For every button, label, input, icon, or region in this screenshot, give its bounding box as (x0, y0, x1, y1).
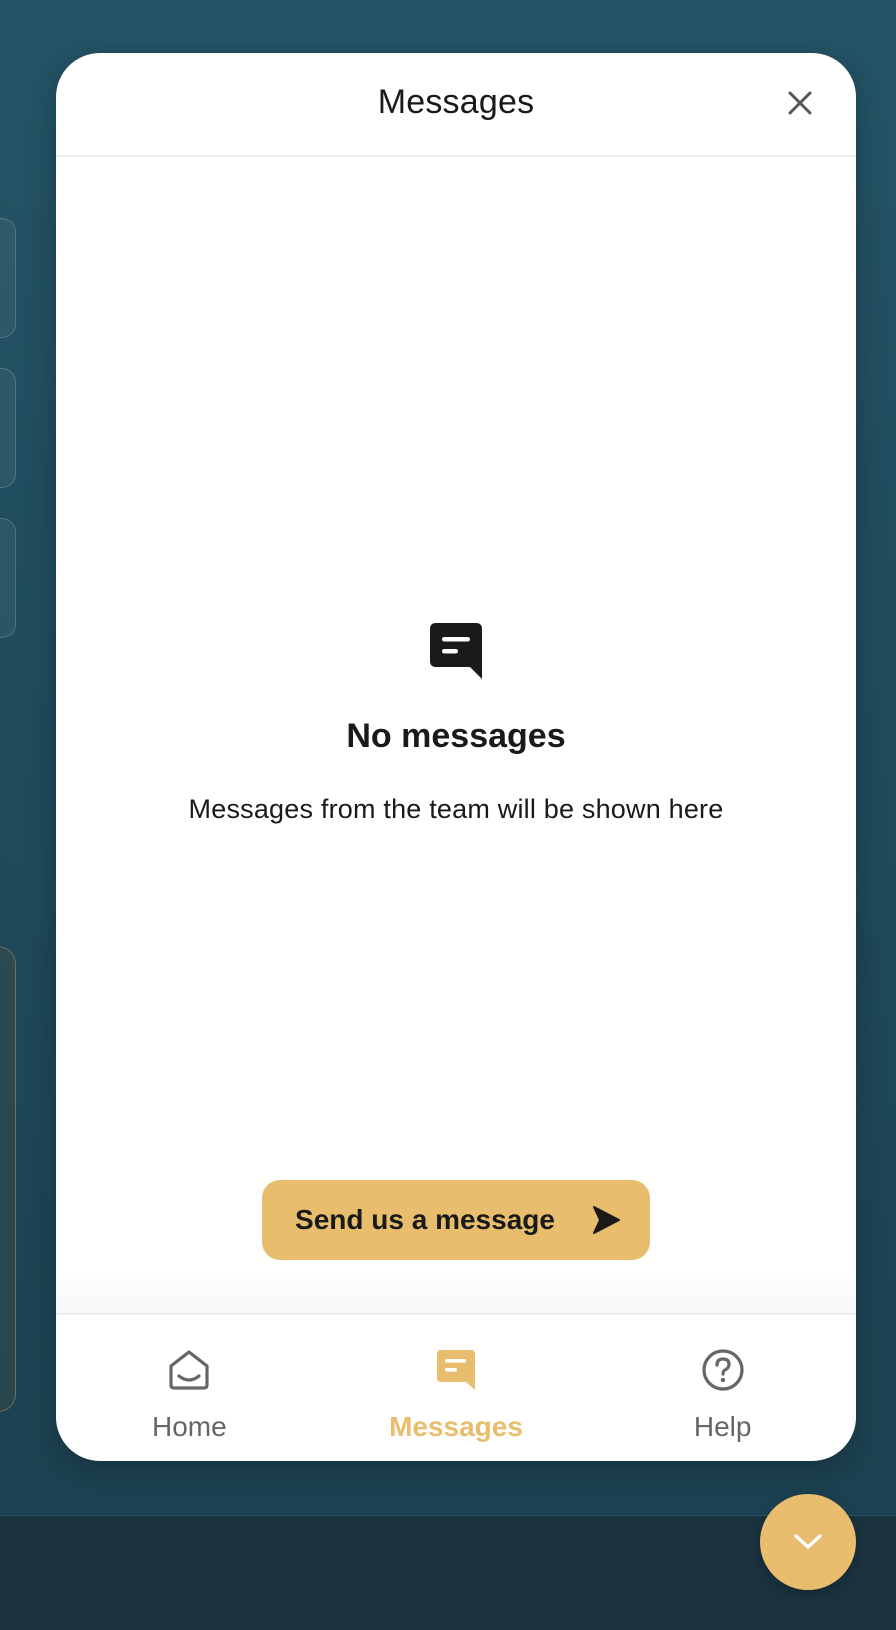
nav-messages-label: Messages (389, 1411, 523, 1442)
nav-home[interactable]: Home (56, 1315, 323, 1461)
messenger-widget: Messages No messages Messages from the t… (56, 53, 856, 1461)
nav-home-label: Home (151, 1411, 227, 1442)
empty-state: No messages Messages from the team will … (56, 621, 856, 825)
nav-messages[interactable]: Messages (323, 1315, 590, 1461)
empty-state-title: No messages (346, 717, 566, 755)
help-icon (700, 1347, 746, 1393)
background-panel (0, 946, 16, 1412)
close-button[interactable] (782, 85, 818, 121)
bottom-navigation: Home Messages Help (56, 1313, 856, 1461)
content-fade (56, 1271, 856, 1313)
chevron-down-icon (794, 1534, 822, 1549)
launcher-toggle-button[interactable] (760, 1494, 856, 1590)
header-title: Messages (377, 83, 535, 121)
send-arrow-icon (591, 1205, 621, 1235)
background-card (0, 518, 16, 638)
home-icon (166, 1347, 212, 1393)
empty-state-description: Messages from the team will be shown her… (188, 794, 724, 824)
messages-icon (433, 1347, 479, 1393)
send-message-button[interactable]: Send us a message (262, 1180, 650, 1260)
widget-header: Messages (56, 53, 856, 157)
background-card (0, 368, 16, 488)
nav-help-label: Help (693, 1411, 752, 1442)
nav-help[interactable]: Help (589, 1315, 856, 1461)
send-message-label: Send us a message (295, 1204, 555, 1235)
close-icon (788, 91, 812, 115)
chat-bubble-icon (430, 623, 482, 679)
background-card (0, 218, 16, 338)
